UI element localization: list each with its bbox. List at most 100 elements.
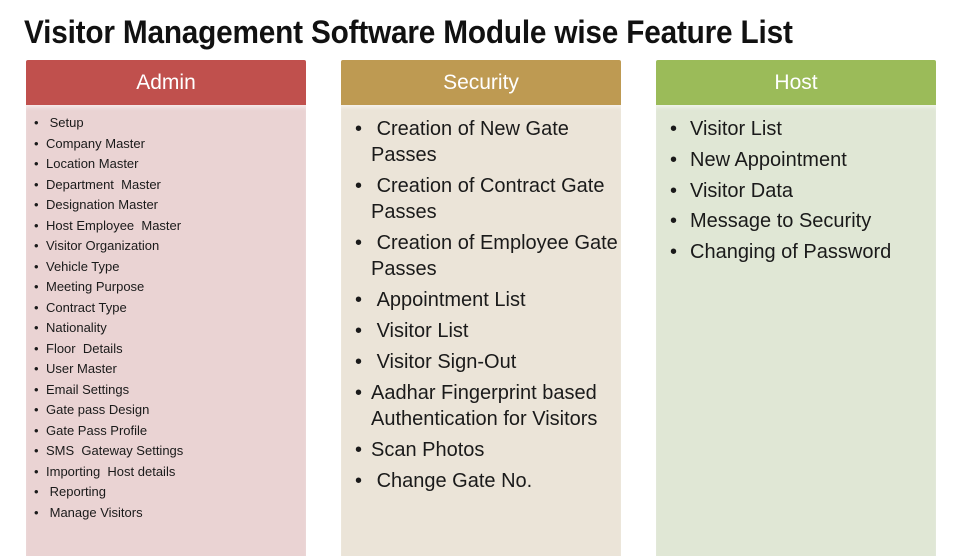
feature-label: Vehicle Type bbox=[46, 258, 120, 274]
bullet-icon: • bbox=[355, 232, 363, 254]
feature-list-item: • Importing Host details bbox=[34, 462, 306, 483]
feature-label: Gate Pass Profile bbox=[46, 422, 148, 438]
bullet-icon: • bbox=[34, 381, 39, 397]
feature-list-item: • Visitor Sign-Out bbox=[355, 349, 621, 375]
feature-list-item: • Visitor Organization bbox=[34, 236, 306, 257]
feature-list-item: • Reporting bbox=[34, 482, 306, 503]
bullet-icon: • bbox=[670, 179, 678, 202]
feature-list-item: • Setup bbox=[34, 113, 306, 134]
feature-label: SMS Gateway Settings bbox=[46, 443, 184, 458]
feature-label: New Appointment bbox=[690, 148, 847, 171]
feature-label: Visitor Organization bbox=[46, 238, 160, 253]
feature-list-item: • Nationality bbox=[34, 318, 306, 339]
feature-label: Scan Photos bbox=[371, 439, 485, 461]
feature-label: Visitor Data bbox=[690, 179, 794, 202]
bullet-icon: • bbox=[34, 504, 39, 520]
bullet-icon: • bbox=[34, 422, 39, 438]
feature-list-item: • Department Master bbox=[34, 175, 306, 196]
feature-list-item: • Meeting Purpose bbox=[34, 277, 306, 298]
feature-label: Manage Visitors bbox=[46, 504, 143, 520]
bullet-icon: • bbox=[34, 320, 39, 335]
feature-label: Creation of Employee Gate Passes bbox=[371, 232, 624, 280]
feature-list-item: • New Appointment bbox=[670, 147, 936, 173]
bullet-icon: • bbox=[34, 135, 39, 151]
feature-label: Designation Master bbox=[46, 197, 158, 212]
page-title: Visitor Management Software Module wise … bbox=[24, 14, 793, 50]
host-feature-list: • Visitor List • New Appointment • Visitor Da… bbox=[656, 105, 936, 556]
security-module-header: Security bbox=[341, 60, 621, 105]
feature-list-item: • Creation of New Gate Passes bbox=[355, 116, 621, 168]
feature-label: Setup bbox=[46, 115, 84, 130]
feature-list-item: • Vehicle Type bbox=[34, 257, 306, 278]
feature-list-item: • Visitor Data bbox=[670, 178, 936, 204]
bullet-icon: • bbox=[34, 299, 39, 315]
bullet-icon: • bbox=[34, 484, 39, 499]
feature-list-item: • Aadhar Fingerprint based Authentication… bbox=[355, 380, 621, 432]
bullet-icon: • bbox=[34, 402, 39, 417]
feature-label: Creation of Contract Gate Passes bbox=[371, 175, 611, 223]
feature-label: Floor Details bbox=[46, 340, 123, 356]
security-module-panel: Security • Creation of New Gate Passes • … bbox=[341, 60, 621, 556]
feature-label: Message to Security bbox=[690, 210, 872, 233]
feature-label: Host Employee Master bbox=[46, 217, 182, 233]
admin-module-panel: Admin • Setup • Company Master • Location Ma… bbox=[26, 60, 306, 556]
feature-label: Nationality bbox=[46, 320, 107, 335]
bullet-icon: • bbox=[355, 320, 363, 342]
bullet-icon: • bbox=[355, 118, 363, 140]
bullet-icon: • bbox=[34, 361, 39, 376]
feature-label: Department Master bbox=[46, 176, 161, 192]
feature-list-item: • Message to Security bbox=[670, 208, 936, 234]
feature-list-item: • Appointment List bbox=[355, 287, 621, 313]
feature-label: Meeting Purpose bbox=[46, 279, 145, 294]
bullet-icon: • bbox=[34, 176, 39, 192]
bullet-icon: • bbox=[34, 115, 39, 130]
feature-list-item: • Change Gate No. bbox=[355, 468, 621, 494]
feature-list-item: • Gate Pass Profile bbox=[34, 421, 306, 442]
bullet-icon: • bbox=[670, 118, 678, 140]
feature-list-item: • Company Master bbox=[34, 134, 306, 155]
feature-label: Appointment List bbox=[371, 289, 526, 311]
bullet-icon: • bbox=[670, 148, 678, 171]
feature-label: Visitor List bbox=[371, 320, 469, 342]
feature-list-item: • Location Master bbox=[34, 154, 306, 175]
feature-list-item: • Creation of Employee Gate Passes bbox=[355, 230, 621, 282]
bullet-icon: • bbox=[355, 439, 363, 461]
feature-list-item: • Designation Master bbox=[34, 195, 306, 216]
bullet-icon: • bbox=[34, 238, 39, 253]
feature-label: Changing of Password bbox=[690, 241, 892, 264]
bullet-icon: • bbox=[34, 443, 39, 458]
host-module-panel: Host • Visitor List • New Appointment • Visit… bbox=[656, 60, 936, 556]
host-module-header: Host bbox=[656, 60, 936, 105]
feature-label: Contract Type bbox=[46, 299, 127, 315]
feature-list-item: • Creation of Contract Gate Passes bbox=[355, 173, 621, 225]
feature-label: Change Gate No. bbox=[371, 470, 533, 492]
feature-list-item: • Email Settings bbox=[34, 380, 306, 401]
feature-label: User Master bbox=[46, 361, 117, 376]
bullet-icon: • bbox=[355, 175, 363, 197]
bullet-icon: • bbox=[355, 470, 363, 492]
bullet-icon: • bbox=[34, 197, 39, 212]
feature-label: Visitor List bbox=[690, 118, 782, 140]
bullet-icon: • bbox=[34, 463, 39, 479]
feature-label: Importing Host details bbox=[46, 463, 176, 479]
feature-label: Location Master bbox=[46, 156, 139, 171]
security-feature-list: • Creation of New Gate Passes • Creation … bbox=[341, 105, 621, 556]
bullet-icon: • bbox=[34, 279, 39, 294]
feature-list-item: • Floor Details bbox=[34, 339, 306, 360]
feature-label: Reporting bbox=[46, 484, 106, 499]
feature-list-item: • Manage Visitors bbox=[34, 503, 306, 524]
feature-label: Gate pass Design bbox=[46, 402, 150, 417]
feature-label: Aadhar Fingerprint based Authentication … bbox=[371, 382, 602, 430]
bullet-icon: • bbox=[355, 351, 363, 373]
feature-list-item: • Visitor List bbox=[670, 116, 936, 142]
feature-list-item: • SMS Gateway Settings bbox=[34, 441, 306, 462]
bullet-icon: • bbox=[670, 241, 678, 264]
feature-label: Visitor Sign-Out bbox=[371, 351, 517, 373]
feature-label: Company Master bbox=[46, 135, 145, 151]
feature-list-item: • Scan Photos bbox=[355, 437, 621, 463]
feature-list-item: • Visitor List bbox=[355, 318, 621, 344]
feature-list-item: • Changing of Password bbox=[670, 239, 936, 265]
admin-module-header: Admin bbox=[26, 60, 306, 105]
admin-feature-list: • Setup • Company Master • Location Master • D… bbox=[26, 105, 306, 556]
feature-list-item: • User Master bbox=[34, 359, 306, 380]
